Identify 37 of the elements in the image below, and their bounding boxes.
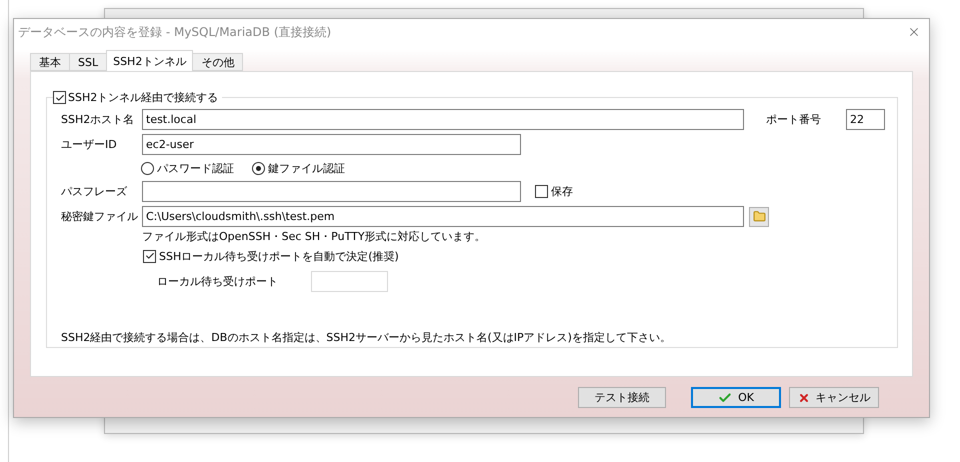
tab[interactable]: その他 [192,53,244,71]
check-icon [144,251,154,261]
checkbox[interactable] [535,185,548,198]
field-label: SSH2ホスト名 [61,112,136,127]
folder-icon [752,210,766,223]
note-text: SSH2経由で接続する場合は、DBのホスト名指定は、SSH2サーバーから見たホスト名(又はIPアドレス)を指定して下さい。 [61,330,671,345]
tab[interactable]: SSL [69,53,108,71]
checkbox-label: 保存 [551,184,573,199]
field-label: ポート番号 [766,112,822,127]
field-label: ユーザーID [61,137,118,152]
radio-button[interactable] [141,162,154,174]
input-field[interactable]: C:\Users\cloudsmith\.ssh\test.pem [142,206,744,227]
hint-text: ファイル形式はOpenSSH・Sec SH・PuTTY形式に対応しています。 [142,229,486,244]
browse-button[interactable] [749,206,769,226]
radio-label: 鍵ファイル認証 [268,160,345,176]
window-title: データベースの内容を登録 - MySQL/MariaDB (直接接続) [18,24,332,40]
input-field[interactable] [142,181,521,202]
field-label: ローカル待ち受けポート [157,274,279,288]
check-icon [54,92,64,102]
tab[interactable]: 基本 [30,53,70,71]
field-label: 秘密鍵ファイル [61,209,139,224]
radio-label: パスワード認証 [157,160,234,176]
field-label: パスフレーズ [61,184,128,199]
input-field[interactable]: test.local [142,109,744,130]
checkbox[interactable] [143,250,156,262]
dialog-button[interactable]: OK [691,387,781,408]
checkbox-label: SSH2トンネル経由で接続する [68,90,218,105]
dialog-button[interactable]: テスト接続 [578,387,666,408]
radio-button[interactable] [252,162,265,174]
input-field[interactable]: 22 [846,109,885,130]
dialog-button[interactable]: キャンセル [789,387,879,408]
checkbox[interactable] [53,91,66,104]
tab[interactable]: SSH2トンネル [106,50,194,71]
cross-icon [798,392,810,404]
check-icon [718,390,732,404]
checkbox-label: SSHローカル待ち受けポートを自動で決定(推奨) [159,248,399,264]
input-field[interactable]: ec2-user [142,134,521,155]
